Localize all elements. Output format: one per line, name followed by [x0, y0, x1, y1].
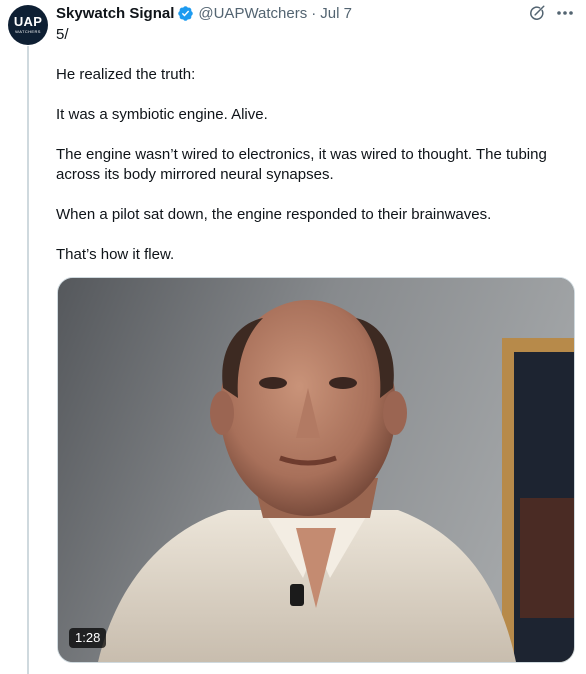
grok-icon[interactable] — [528, 4, 546, 22]
post-header: Skywatch Signal @UAPWatchers · Jul 7 — [56, 3, 352, 23]
post-date[interactable]: Jul 7 — [320, 5, 352, 22]
post-paragraph: It was a symbiotic engine. Alive. — [56, 106, 268, 123]
verified-badge-icon[interactable] — [177, 5, 194, 22]
post-paragraph: When a pilot sat down, the engine respon… — [56, 206, 492, 223]
thread-number: 5/ — [56, 26, 69, 43]
avatar[interactable]: UAP WATCHERS — [8, 5, 48, 45]
post-paragraph: The engine wasn’t wired to electronics, … — [56, 146, 547, 183]
video-thumbnail — [58, 278, 574, 662]
avatar-logo-subtext: WATCHERS — [15, 29, 41, 34]
display-name[interactable]: Skywatch Signal — [56, 5, 174, 22]
video-duration-badge: 1:28 — [69, 628, 107, 648]
video-player[interactable] — [57, 277, 575, 663]
more-options-icon[interactable] — [555, 3, 575, 23]
thread-connector-line — [27, 46, 29, 674]
user-handle[interactable]: @UAPWatchers — [198, 5, 307, 22]
post-paragraph: He realized the truth: — [56, 66, 196, 83]
avatar-logo-text: UAP — [13, 14, 43, 29]
post-body: He realized the truth: It was a symbioti… — [56, 65, 571, 285]
header-separator: · — [311, 4, 317, 22]
post-paragraph: That’s how it flew. — [56, 246, 175, 263]
